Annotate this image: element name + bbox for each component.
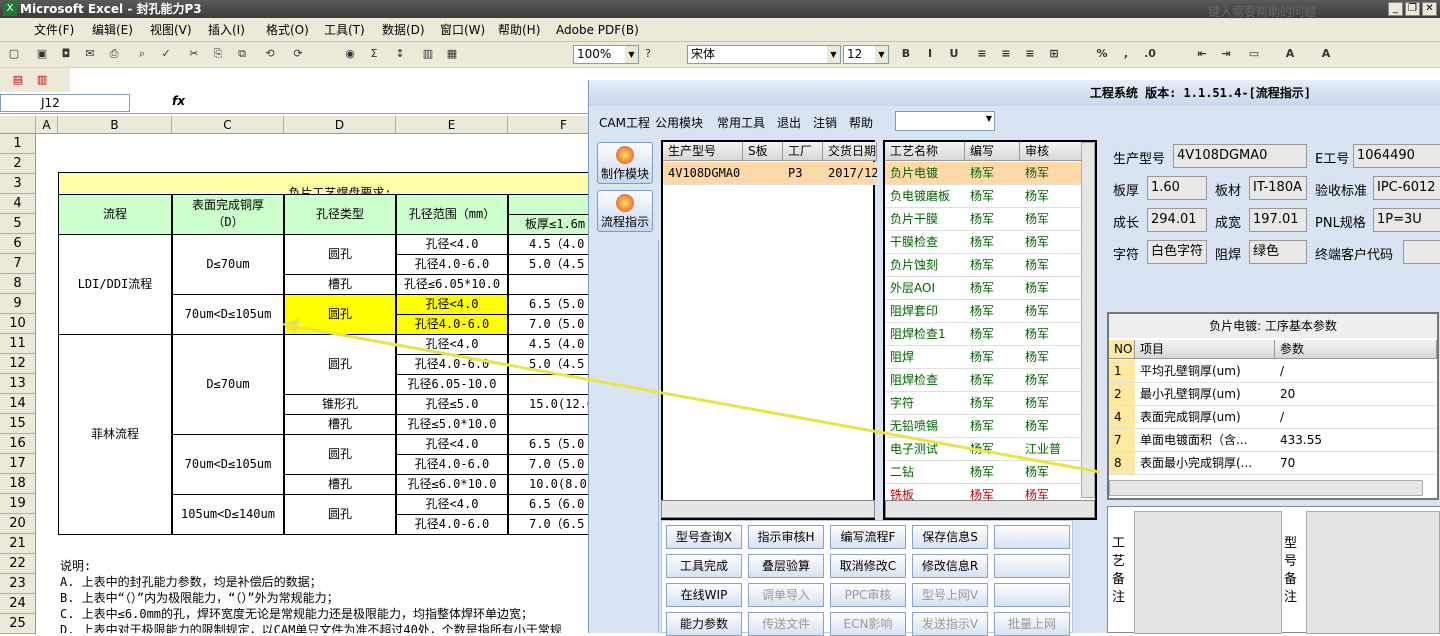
row-header[interactable]: 18 bbox=[0, 474, 36, 494]
row-header[interactable]: 13 bbox=[0, 374, 36, 394]
row-header[interactable]: 1 bbox=[0, 134, 36, 154]
row-header[interactable]: 22 bbox=[0, 554, 36, 574]
row-header[interactable]: 17 bbox=[0, 454, 36, 474]
row-header[interactable]: 9 bbox=[0, 294, 36, 314]
row-header[interactable]: 5 bbox=[0, 214, 36, 234]
row-header[interactable]: 23 bbox=[0, 574, 36, 594]
row-header[interactable]: 8 bbox=[0, 274, 36, 294]
row-header[interactable]: 6 bbox=[0, 234, 36, 254]
row-header[interactable]: 20 bbox=[0, 514, 36, 534]
row-header[interactable]: 3 bbox=[0, 174, 36, 194]
row-header[interactable]: 24 bbox=[0, 594, 36, 614]
row-header[interactable]: 15 bbox=[0, 414, 36, 434]
row-header[interactable]: 7 bbox=[0, 254, 36, 274]
row-header[interactable]: 2 bbox=[0, 154, 36, 174]
row-header[interactable]: 21 bbox=[0, 534, 36, 554]
row-header[interactable]: 4 bbox=[0, 194, 36, 214]
row-header[interactable]: 14 bbox=[0, 394, 36, 414]
row-header[interactable]: 16 bbox=[0, 434, 36, 454]
annotation-arrow bbox=[282, 318, 1101, 474]
row-header[interactable]: 19 bbox=[0, 494, 36, 514]
row-header[interactable]: 10 bbox=[0, 314, 36, 334]
row-header[interactable]: 12 bbox=[0, 354, 36, 374]
row-header[interactable]: 11 bbox=[0, 334, 36, 354]
row-header[interactable]: 25 bbox=[0, 614, 36, 634]
